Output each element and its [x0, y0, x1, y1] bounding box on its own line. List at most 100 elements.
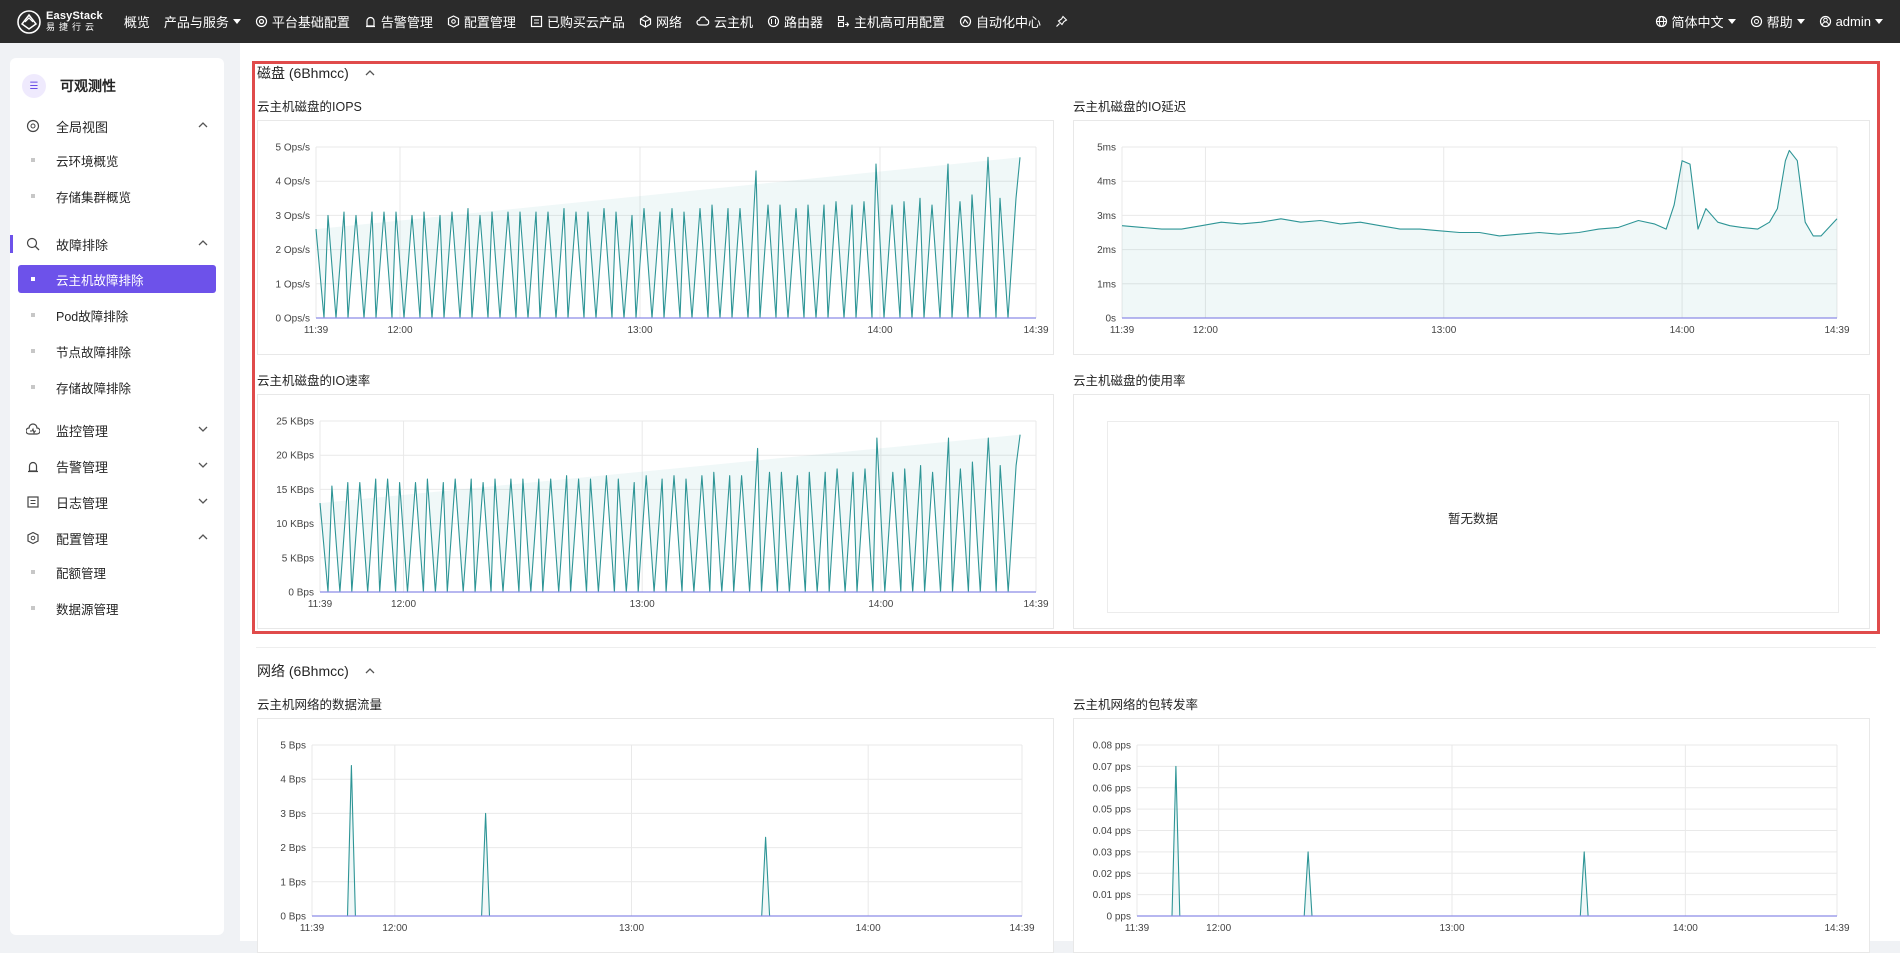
- nav-cloud-host[interactable]: 云主机: [689, 0, 760, 43]
- y-tick-label: 0 pps: [1107, 912, 1131, 923]
- sidebar-item-storage-troubleshooting[interactable]: 存储故障排除: [18, 373, 216, 401]
- y-tick-label: 0.05 pps: [1093, 805, 1131, 816]
- user-icon: [1819, 15, 1831, 28]
- sidebar-item-datasource-management[interactable]: 数据源管理: [18, 594, 216, 622]
- chevron-down-icon: [198, 498, 208, 504]
- chevron-down-icon: [198, 462, 208, 468]
- nav-pin[interactable]: [1048, 0, 1079, 43]
- nav-purchased-products[interactable]: 已购买云产品: [523, 0, 632, 43]
- y-tick-label: 0 Bps: [280, 912, 306, 923]
- x-tick-label: 14:39: [1023, 599, 1048, 610]
- nav-alarm-management[interactable]: 告警管理: [357, 0, 440, 43]
- x-tick-label: 14:39: [1824, 325, 1849, 336]
- series-area: [312, 765, 1022, 916]
- y-tick-label: 0 Ops/s: [276, 314, 310, 325]
- x-tick-label: 14:39: [1023, 325, 1048, 336]
- chevron-up-icon: [198, 534, 208, 540]
- x-tick-label: 12:00: [1206, 923, 1231, 934]
- disk-latency-chart[interactable]: 0s 1ms 2ms 3ms 4ms 5ms 11:39 12:00 13:00 14:00 14:…: [1074, 121, 1869, 354]
- sidebar-item-pod-troubleshooting[interactable]: Pod故障排除: [18, 301, 216, 329]
- nav-network[interactable]: 网络: [632, 0, 689, 43]
- settings-icon: [255, 15, 267, 28]
- chart-card-net-pps: 0 pps 0.01 pps 0.02 pps 0.03 pps 0.04 pps 0.0…: [1073, 718, 1870, 953]
- language-switcher[interactable]: 简体中文: [1648, 0, 1743, 43]
- y-tick-label: 3 Bps: [280, 809, 306, 820]
- collapse-chevron-icon[interactable]: [365, 667, 375, 675]
- y-tick-label: 5ms: [1097, 143, 1116, 154]
- x-tick-label: 14:00: [856, 923, 881, 934]
- empty-state: 暂无数据: [1107, 421, 1839, 613]
- x-tick-label: 14:00: [868, 599, 893, 610]
- x-tick-label: 12:00: [1193, 325, 1218, 336]
- chart-card-disk-usage: 暂无数据: [1073, 394, 1870, 629]
- y-tick-label: 4ms: [1097, 177, 1116, 188]
- network-traffic-chart[interactable]: 0 Bps 1 Bps 2 Bps 3 Bps 4 Bps 5 Bps 11:39 12:00…: [258, 719, 1053, 952]
- sidebar-item-vm-troubleshooting[interactable]: 云主机故障排除: [18, 265, 216, 293]
- card-title-net-traffic: 云主机网络的数据流量: [257, 698, 383, 712]
- nav-overview[interactable]: 概览: [117, 0, 157, 43]
- sidebar-group-config[interactable]: 配置管理: [10, 522, 224, 554]
- top-navigation-bar: EasyStack 易捷行云 概览 产品与服务 平台基础配置 告警管理 配置管理…: [0, 0, 1900, 43]
- alarm-icon: [365, 16, 375, 28]
- router-icon: [767, 15, 780, 28]
- y-tick-label: 0.07 pps: [1093, 762, 1131, 773]
- easystack-logo-icon: [17, 9, 41, 34]
- y-tick-label: 15 KBps: [276, 485, 314, 496]
- sidebar-item-quota-management[interactable]: 配额管理: [18, 558, 216, 586]
- user-menu[interactable]: admin: [1812, 0, 1890, 43]
- series-area: [1122, 150, 1837, 318]
- x-tick-label: 11:39: [1110, 325, 1135, 336]
- caret-down-icon: [1796, 19, 1805, 24]
- sidebar-item-cloud-env-overview[interactable]: 云环境概览: [18, 146, 216, 174]
- y-tick-label: 0 Bps: [288, 588, 314, 599]
- section-disk-header[interactable]: 磁盘 (6Bhmcc): [257, 63, 375, 83]
- brand-name-en: EasyStack: [46, 9, 103, 22]
- automation-icon: [959, 15, 972, 28]
- nav-automation-center[interactable]: 自动化中心: [952, 0, 1048, 43]
- nav-platform-config[interactable]: 平台基础配置: [248, 0, 357, 43]
- ha-icon: [837, 15, 850, 28]
- nav-host-ha-config[interactable]: 主机高可用配置: [830, 0, 952, 43]
- y-tick-label: 0.06 pps: [1093, 783, 1131, 794]
- nav-router[interactable]: 路由器: [760, 0, 830, 43]
- section-network-header[interactable]: 网络 (6Bhmcc): [257, 661, 375, 681]
- globe-icon: [26, 119, 40, 133]
- y-tick-label: 0.04 pps: [1093, 826, 1131, 837]
- y-tick-label: 0.02 pps: [1093, 869, 1131, 880]
- sidebar-group-alarm[interactable]: 告警管理: [10, 450, 224, 482]
- network-pps-chart[interactable]: 0 pps 0.01 pps 0.02 pps 0.03 pps 0.04 pps 0.0…: [1074, 719, 1869, 952]
- card-title-disk-usage: 云主机磁盘的使用率: [1073, 374, 1186, 388]
- sidebar-group-monitoring[interactable]: 监控管理: [10, 414, 224, 446]
- card-title-disk-latency: 云主机磁盘的IO延迟: [1073, 100, 1187, 114]
- sidebar-group-logs[interactable]: 日志管理: [10, 486, 224, 518]
- disk-io-rate-chart[interactable]: 0 Bps 5 KBps 10 KBps 15 KBps 20 KBps 25 KBps 1…: [258, 395, 1053, 628]
- chart-card-net-traffic: 0 Bps 1 Bps 2 Bps 3 Bps 4 Bps 5 Bps 11:39 12:00…: [257, 718, 1054, 953]
- x-tick-label: 11:39: [304, 325, 329, 336]
- disk-iops-chart[interactable]: 0 Ops/s 1 Ops/s 2 Ops/s 3 Ops/s 4 Ops/s 5 Ops…: [258, 121, 1053, 354]
- main-nav: 概览 产品与服务 平台基础配置 告警管理 配置管理 已购买云产品 网络 云主机 …: [117, 0, 1079, 43]
- y-tick-label: 2 Ops/s: [276, 245, 310, 256]
- x-tick-label: 13:00: [1431, 325, 1456, 336]
- monitor-icon: [26, 423, 40, 435]
- brand-logo[interactable]: EasyStack 易捷行云: [16, 9, 103, 35]
- chart-card-disk-latency: 0s 1ms 2ms 3ms 4ms 5ms 11:39 12:00 13:00 14:00 14:…: [1073, 120, 1870, 355]
- x-tick-label: 13:00: [1439, 923, 1464, 934]
- config-icon: [447, 15, 460, 28]
- sidebar-item-node-troubleshooting[interactable]: 节点故障排除: [18, 337, 216, 365]
- nav-products-services[interactable]: 产品与服务: [157, 0, 248, 43]
- globe-icon: [1655, 15, 1667, 28]
- x-tick-label: 13:00: [630, 599, 655, 610]
- sidebar-group-troubleshooting[interactable]: 故障排除: [10, 228, 224, 260]
- sidebar-item-storage-cluster-overview[interactable]: 存储集群概览: [18, 182, 216, 210]
- nav-config-management[interactable]: 配置管理: [440, 0, 523, 43]
- top-right-actions: 简体中文 帮助 admin: [1648, 0, 1890, 43]
- collapse-chevron-icon[interactable]: [365, 69, 375, 77]
- y-tick-label: 0.08 pps: [1093, 741, 1131, 752]
- help-menu[interactable]: 帮助: [1743, 0, 1812, 43]
- y-tick-label: 0.03 pps: [1093, 847, 1131, 858]
- section-disk-title: 磁盘 (6Bhmcc): [257, 65, 349, 81]
- help-icon: [1750, 15, 1762, 28]
- y-tick-label: 5 Bps: [280, 741, 306, 752]
- card-title-disk-rate: 云主机磁盘的IO速率: [257, 374, 371, 388]
- sidebar-group-global-view[interactable]: 全局视图: [10, 110, 224, 142]
